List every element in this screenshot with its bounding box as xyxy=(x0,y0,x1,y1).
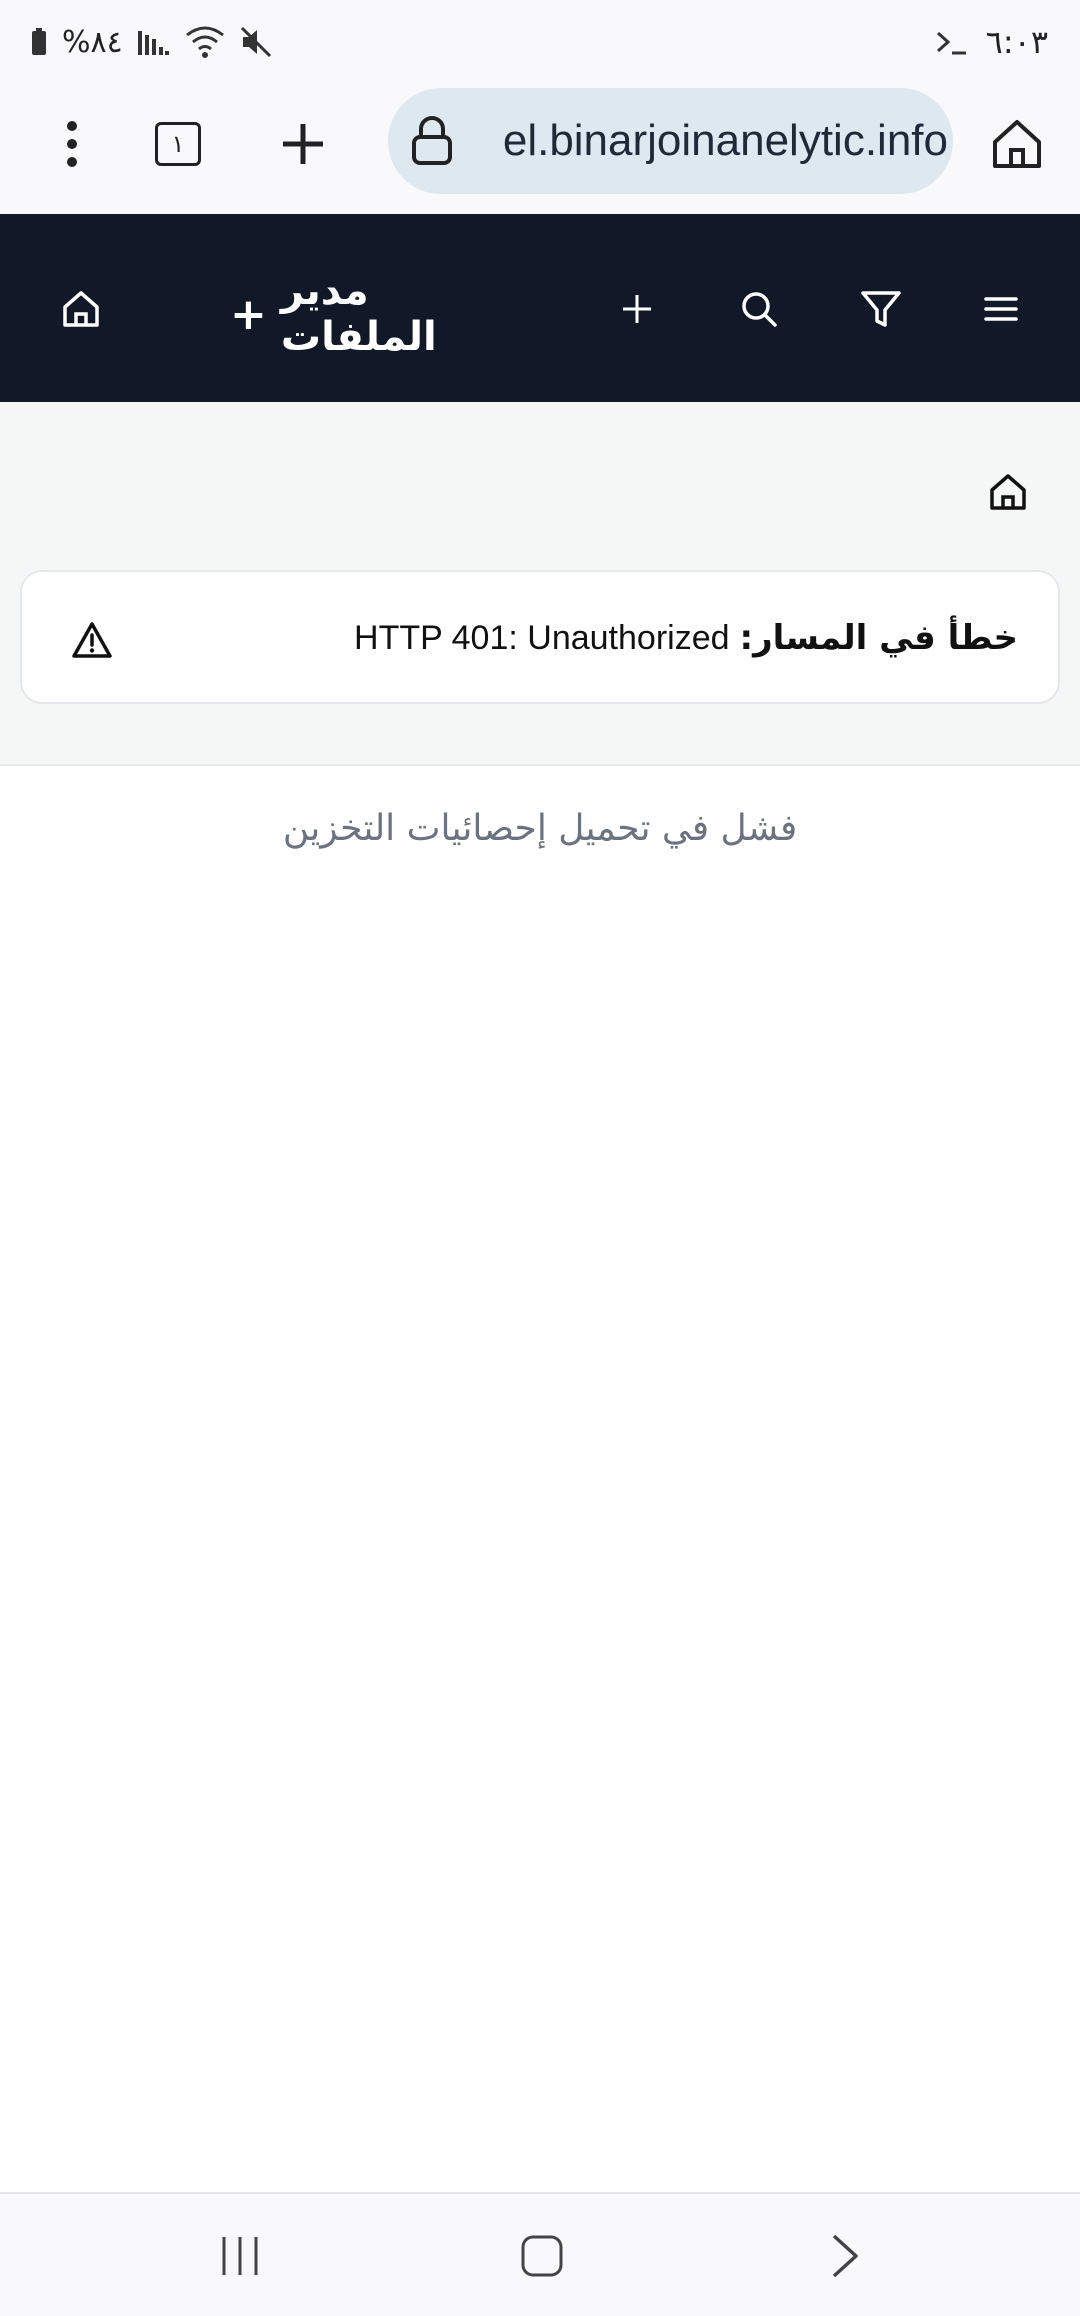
system-nav-bar xyxy=(0,2192,1080,2316)
storage-stats-error: فشل في تحميل إحصائيات التخزين xyxy=(282,808,798,849)
breadcrumb: خطأ في المسار: HTTP 401: Unauthorized xyxy=(0,402,1080,766)
plus-icon xyxy=(283,124,323,164)
error-label: خطأ في المسار: xyxy=(739,618,1018,658)
app-header: + مدير الملفات xyxy=(0,214,1080,402)
more-vert-icon[interactable] xyxy=(30,102,114,186)
signal-icon xyxy=(137,31,169,55)
warning-icon xyxy=(62,610,122,670)
back-button[interactable] xyxy=(800,2218,890,2294)
search-icon xyxy=(742,292,777,327)
title-plus: + xyxy=(230,288,267,340)
mute-icon xyxy=(240,26,271,58)
plus-icon xyxy=(623,295,651,323)
battery-level: %٨٤ xyxy=(62,24,123,60)
search-button[interactable] xyxy=(724,274,794,344)
browser-toolbar: ١ el.binarjoinanelytic.info xyxy=(0,84,1080,214)
home-icon xyxy=(63,291,99,327)
error-alert: خطأ في المسار: HTTP 401: Unauthorized xyxy=(20,570,1060,704)
error-detail: HTTP 401: Unauthorized xyxy=(354,618,730,657)
wifi-icon xyxy=(185,26,224,58)
title-text: مدير الملفات xyxy=(280,268,437,360)
menu-button[interactable] xyxy=(966,274,1036,344)
add-button[interactable] xyxy=(602,274,672,344)
home-icon xyxy=(993,120,1041,168)
home-nav-button[interactable] xyxy=(497,2218,587,2294)
back-icon xyxy=(832,2234,858,2278)
lock-icon xyxy=(412,116,452,165)
app-title[interactable]: + مدير الملفات xyxy=(230,268,490,360)
tabs-icon: ١ xyxy=(155,122,201,166)
terminal-icon xyxy=(936,31,966,55)
header-home-button[interactable] xyxy=(46,274,116,344)
battery-icon xyxy=(32,28,46,55)
error-message: خطأ في المسار: HTTP 401: Unauthorized xyxy=(354,608,1018,668)
url-bar[interactable]: el.binarjoinanelytic.info xyxy=(388,88,953,194)
new-tab-button[interactable] xyxy=(261,102,345,186)
status-left: %٨٤ xyxy=(30,20,273,64)
recents-button[interactable] xyxy=(195,2218,285,2294)
status-right: ٦:٠٣ xyxy=(934,20,1048,64)
status-time: ٦:٠٣ xyxy=(985,23,1048,61)
browser-home-button[interactable] xyxy=(975,102,1059,186)
tabs-button[interactable]: ١ xyxy=(136,102,220,186)
home-nav-icon xyxy=(521,2235,563,2277)
status-bar: %٨٤ ٦:٠٣ xyxy=(0,0,1080,84)
tab-count: ١ xyxy=(171,130,185,158)
url-text[interactable]: el.binarjoinanelytic.info xyxy=(468,116,948,166)
recents-icon xyxy=(222,2237,258,2275)
home-icon xyxy=(990,474,1026,510)
menu-icon xyxy=(984,297,1018,321)
breadcrumb-home[interactable] xyxy=(980,464,1036,520)
filter-icon xyxy=(861,291,901,327)
filter-button[interactable] xyxy=(846,274,916,344)
